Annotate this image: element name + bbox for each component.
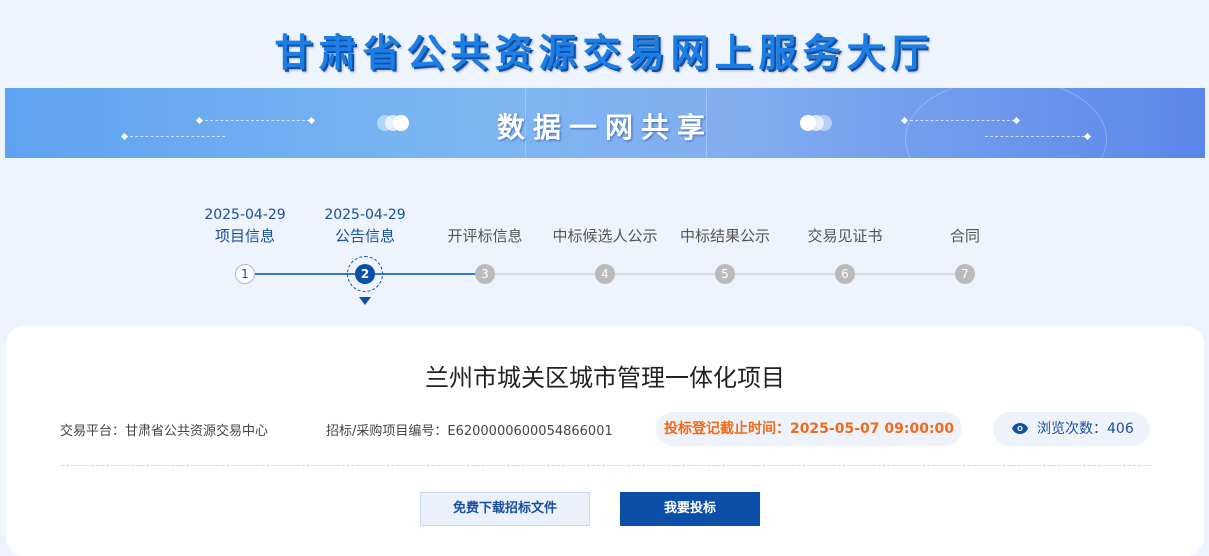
step-label: 合同: [949, 227, 980, 245]
site-title: 甘肃省公共资源交易网上服务大厅: [274, 30, 935, 75]
step-date: [665, 205, 785, 225]
download-tender-file-button[interactable]: 免费下载招标文件: [420, 492, 590, 526]
project-title: 兰州市城关区城市管理一体化项目: [425, 364, 785, 392]
step-connector: [855, 273, 965, 275]
step-number: 5: [715, 264, 735, 284]
step-label: 项目信息: [214, 227, 275, 245]
step-date: [545, 205, 665, 225]
view-count: 浏览次数：406: [993, 412, 1150, 446]
step-date: [785, 205, 905, 225]
step-number: 6: [835, 264, 855, 284]
step-connector: [615, 273, 725, 275]
step-number: 3: [475, 264, 495, 284]
step-date: [905, 205, 1025, 225]
banner-title: 数据一网共享: [496, 111, 713, 144]
step-connector: [495, 273, 605, 275]
progress-steps: 2025-04-29 项目信息 1 2025-04-29 公告信息 2 开评标信…: [185, 205, 1025, 315]
step-candidate-notice[interactable]: 中标候选人公示 4: [545, 205, 665, 284]
divider: [61, 465, 1151, 466]
submit-bid-button[interactable]: 我要投标: [620, 492, 760, 526]
step-date: [425, 205, 545, 225]
step-label: 开评标信息: [447, 227, 523, 245]
step-announcement-info[interactable]: 2025-04-29 公告信息 2: [305, 205, 425, 305]
step-bid-opening[interactable]: 开评标信息 3: [425, 205, 545, 284]
eye-icon: [1012, 423, 1028, 434]
step-date: 2025-04-29: [204, 207, 286, 223]
view-count-text: 浏览次数：406: [1037, 421, 1134, 437]
banner: 数据一网共享: [5, 88, 1205, 158]
step-project-info[interactable]: 2025-04-29 项目信息 1: [185, 205, 305, 284]
step-connector: [375, 273, 481, 275]
project-card: 兰州市城关区城市管理一体化项目 交易平台：甘肃省公共资源交易中心 招标/采购项目…: [6, 326, 1204, 556]
step-result-notice[interactable]: 中标结果公示 5: [665, 205, 785, 284]
step-label: 中标结果公示: [679, 227, 770, 245]
step-date: 2025-04-29: [324, 207, 406, 223]
step-label: 公告信息: [334, 227, 395, 245]
trading-platform: 交易平台：甘肃省公共资源交易中心: [60, 424, 269, 439]
triangle-down-icon: [359, 297, 371, 305]
step-number: 1: [235, 264, 255, 284]
step-number: 7: [955, 264, 975, 284]
step-witness-certificate[interactable]: 交易见证书 6: [785, 205, 905, 284]
step-connector: [735, 273, 845, 275]
step-contract[interactable]: 合同 7: [905, 205, 1025, 284]
step-label: 交易见证书: [807, 227, 883, 245]
project-number: 招标/采购项目编号：E6200000600054866001: [326, 424, 613, 439]
step-number: 2: [355, 264, 375, 284]
step-label: 中标候选人公示: [552, 227, 658, 245]
step-number: 4: [595, 264, 615, 284]
registration-deadline: 投标登记截止时间：2025-05-07 09:00:00: [656, 412, 962, 446]
